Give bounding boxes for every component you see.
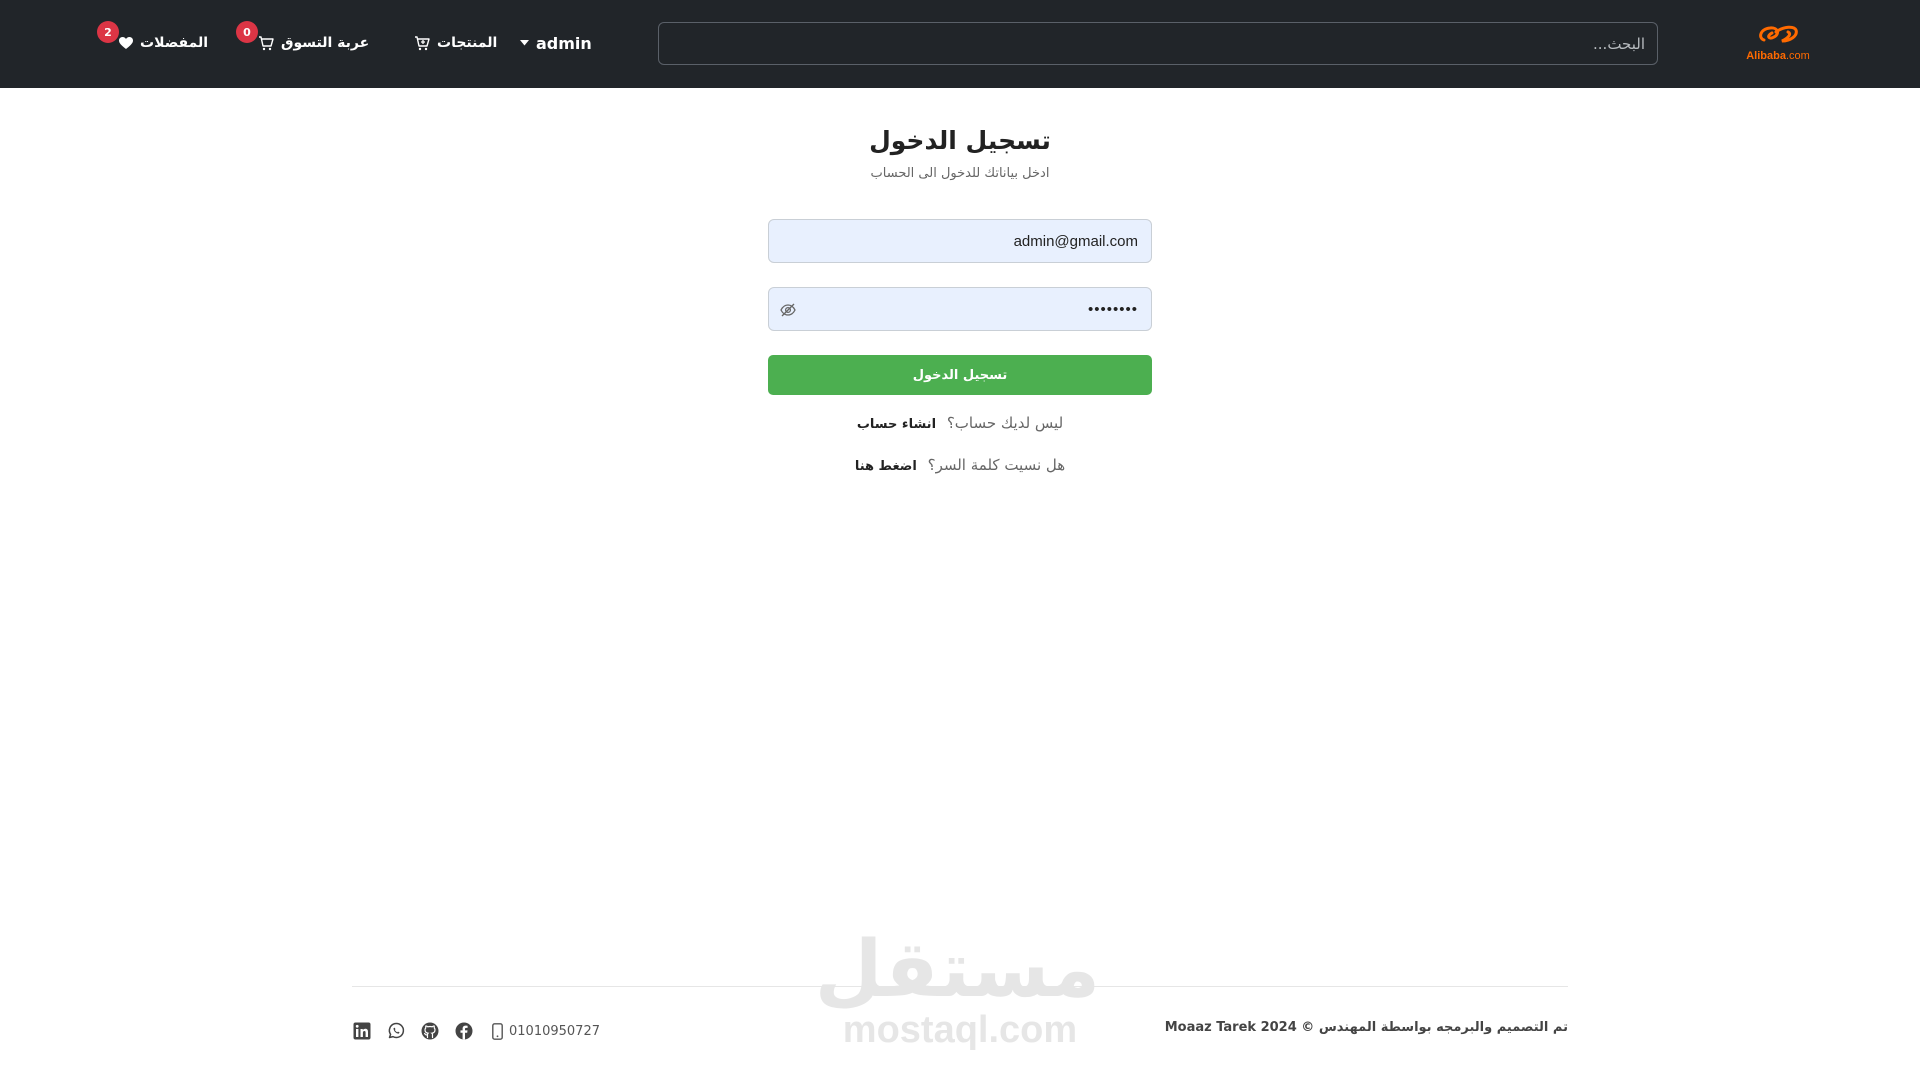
favorites-count-badge: 2 — [97, 21, 119, 43]
nav-products-label: المنتجات — [437, 35, 498, 51]
email-field[interactable] — [769, 220, 1151, 262]
register-link[interactable]: انشاء حساب — [857, 417, 936, 432]
user-name: admin — [536, 33, 592, 53]
nav-products-link[interactable]: المنتجات — [414, 26, 497, 60]
password-field-wrapper — [768, 287, 1152, 331]
heart-icon — [119, 36, 133, 49]
login-title: تسجيل الدخول — [869, 126, 1051, 155]
navbar: Alibaba.com admin المنتجات عربة التسوق 0… — [0, 0, 1920, 88]
register-prompt: ليس لديك حساب؟ — [946, 414, 1064, 432]
alibaba-logo-icon — [1759, 25, 1798, 43]
password-field[interactable] — [769, 288, 1151, 330]
alibaba-logo[interactable]: Alibaba.com — [1738, 24, 1818, 66]
logo-text: Alibaba.com — [1738, 50, 1818, 62]
whatsapp-icon[interactable] — [386, 1021, 406, 1041]
nav-cart-link[interactable]: عربة التسوق — [258, 26, 369, 60]
email-field-wrapper — [768, 219, 1152, 263]
forgot-password-line: هل نسيت كلمة السر؟ اضغط هنا — [760, 456, 1160, 474]
cart-plus-icon — [415, 36, 430, 51]
facebook-icon[interactable] — [454, 1021, 474, 1041]
phone-contact[interactable]: 01010950727 — [492, 1022, 600, 1040]
footer-divider — [352, 986, 1568, 987]
nav-favorites-label: المفضلات — [140, 35, 209, 51]
nav-favorites-link[interactable]: المفضلات — [119, 26, 208, 60]
watermark-arabic: مستقل — [814, 925, 1100, 1015]
logo-brand: Alibaba — [1746, 50, 1786, 62]
nav-cart-label: عربة التسوق — [281, 35, 370, 51]
github-icon[interactable] — [420, 1021, 440, 1041]
caret-down-icon — [520, 40, 529, 46]
register-line: ليس لديك حساب؟ انشاء حساب — [760, 414, 1160, 432]
forgot-prompt: هل نسيت كلمة السر؟ — [927, 456, 1066, 474]
mobile-phone-icon — [492, 1022, 503, 1040]
phone-number: 01010950727 — [509, 1023, 600, 1039]
login-submit-button[interactable]: تسجيل الدخول — [768, 355, 1152, 395]
forgot-password-link[interactable]: اضغط هنا — [855, 459, 917, 474]
linkedin-icon[interactable] — [352, 1021, 372, 1041]
footer-contact-links: 01010950727 — [352, 1020, 600, 1042]
user-menu-dropdown[interactable]: admin — [520, 26, 592, 60]
copyright-text: تم التصميم والبرمجه بواسطة المهندس © 202… — [1164, 1020, 1568, 1035]
cart-icon — [259, 36, 274, 51]
cart-count-badge: 0 — [236, 21, 258, 43]
search-input[interactable] — [658, 22, 1658, 65]
login-subtitle: ادخل بياناتك للدخول الى الحساب — [870, 166, 1050, 181]
logo-suffix: .com — [1785, 50, 1810, 62]
